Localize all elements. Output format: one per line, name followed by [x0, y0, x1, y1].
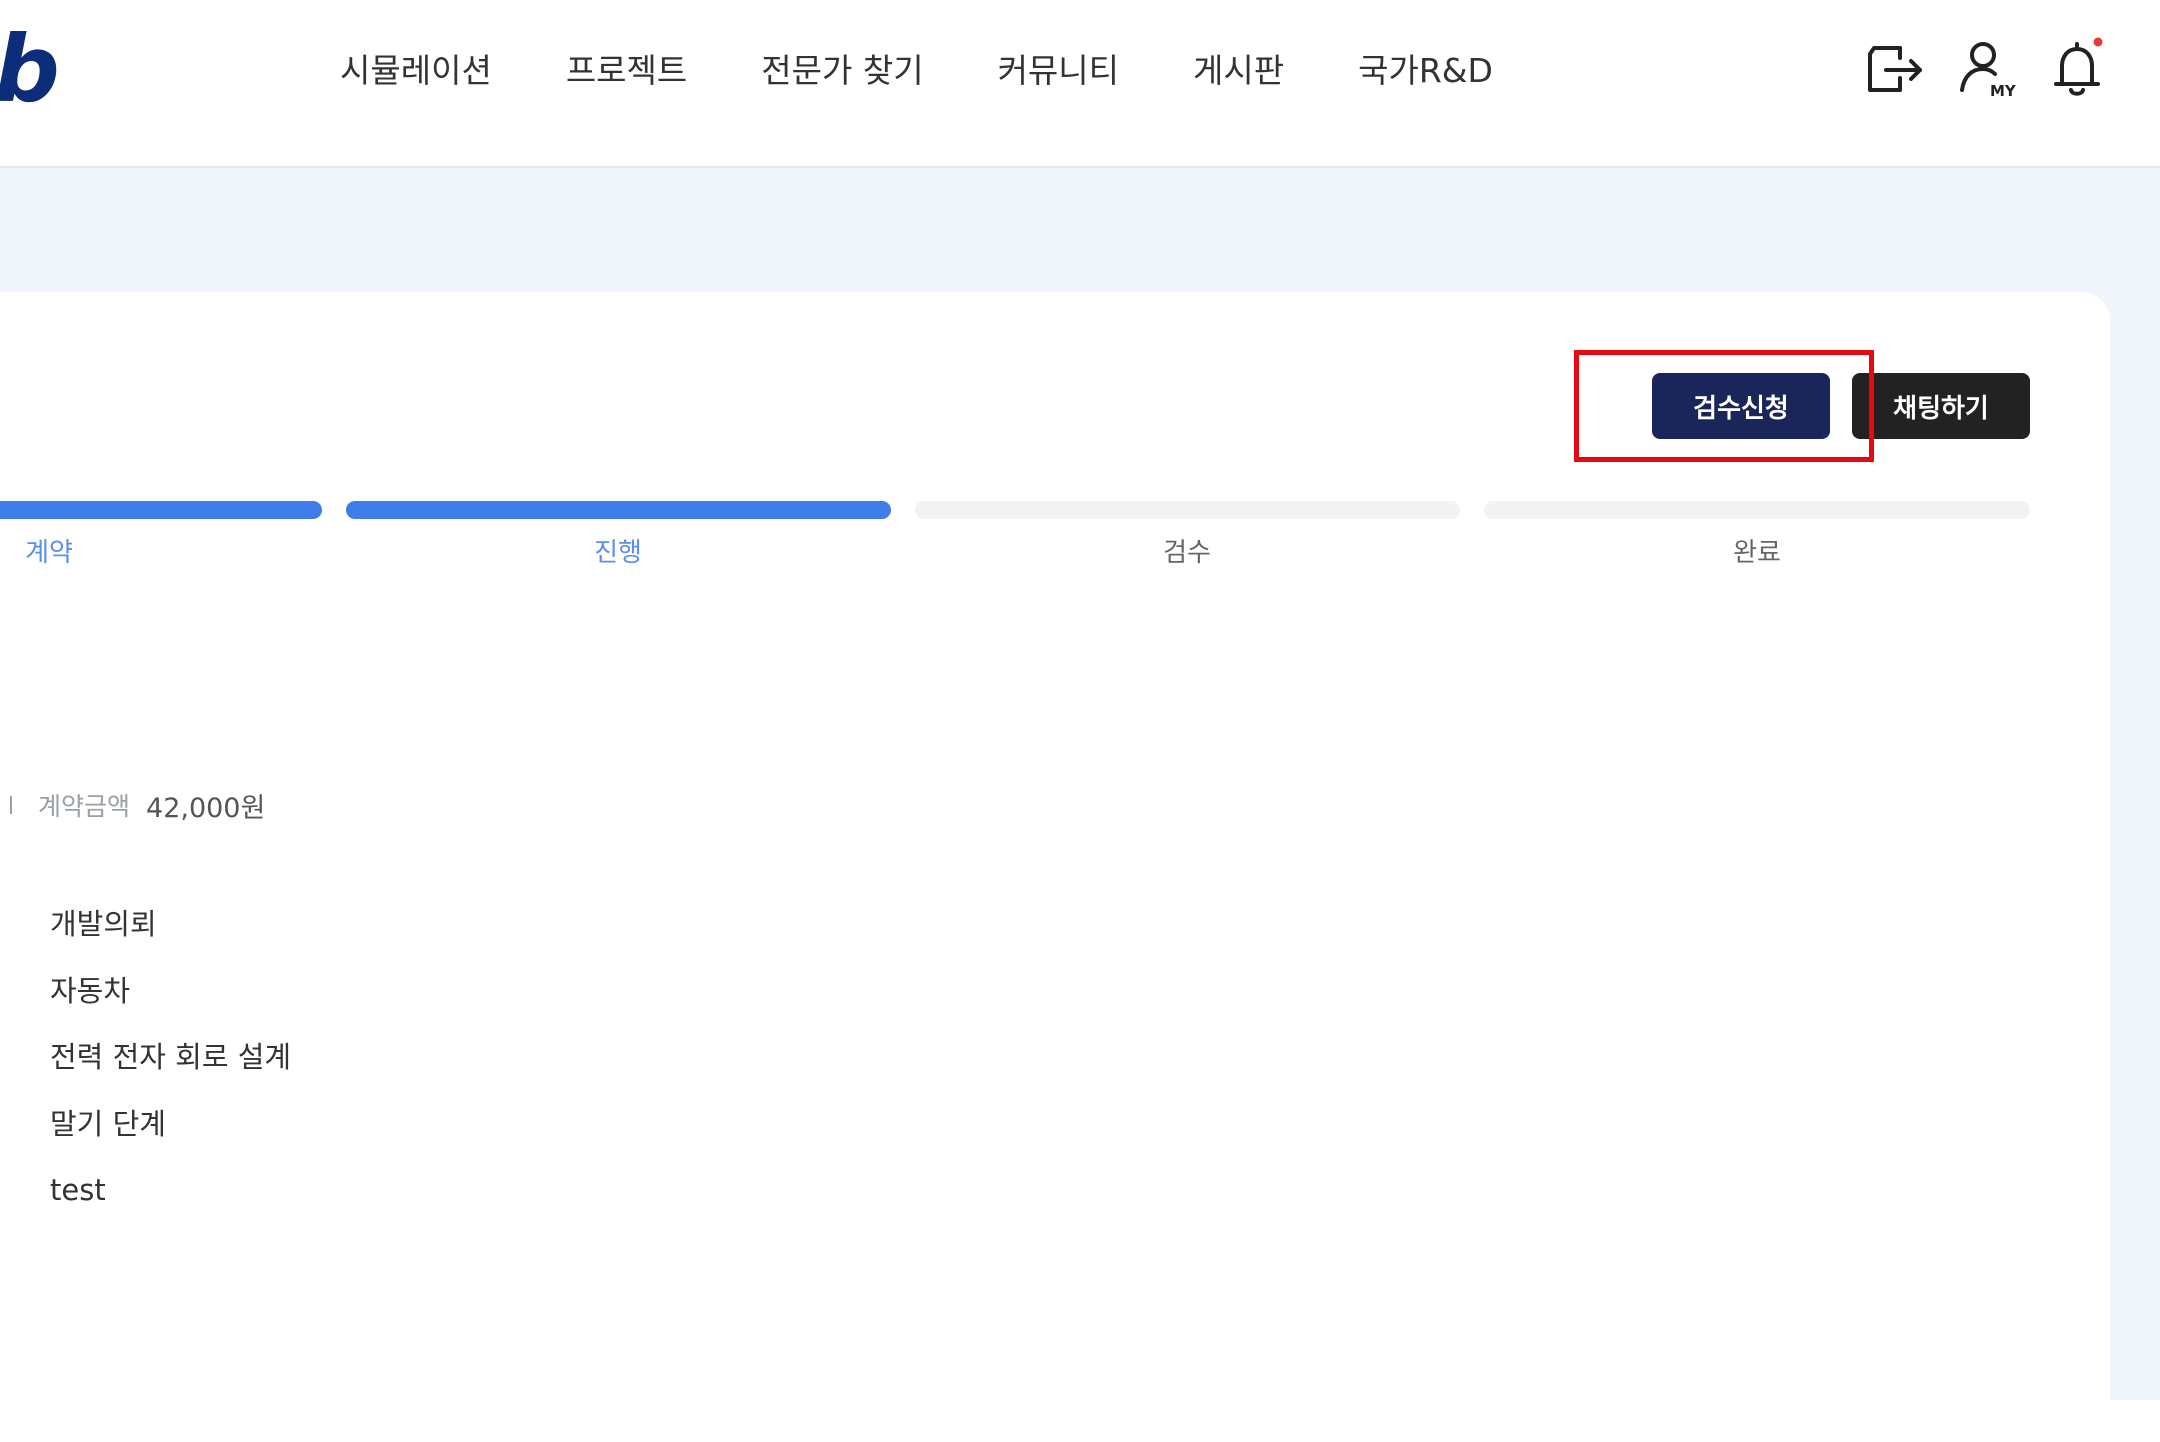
- detail-stage: 말기 단계: [50, 1106, 166, 1141]
- nav-community[interactable]: 커뮤니티: [998, 44, 1119, 92]
- divider: [10, 796, 12, 814]
- contract-amount-label: 계약금액: [38, 792, 131, 821]
- inspection-request-button[interactable]: 검수신청: [1652, 373, 1830, 439]
- notification-bell-icon[interactable]: [2044, 34, 2114, 104]
- my-page-icon[interactable]: MY: [1952, 34, 2022, 104]
- detail-field: 전력 전자 회로 설계: [50, 1040, 292, 1074]
- site-header: b 시뮬레이션 프로젝트 전문가 찾기 커뮤니티 게시판 국가R&D MY: [0, 0, 2160, 168]
- chat-button[interactable]: 채팅하기: [1852, 373, 2030, 439]
- progress-bar-contract: [0, 501, 322, 519]
- detail-request-type: 개발의뢰: [50, 907, 157, 941]
- contract-amount-value: 42,000원: [146, 792, 266, 824]
- main-nav: 시뮬레이션 프로젝트 전문가 찾기 커뮤니티 게시판 국가R&D: [340, 42, 1493, 94]
- detail-note: test: [50, 1173, 106, 1207]
- step-label-progress: 진행: [594, 538, 642, 568]
- contract-amount-row: 계약금액 42,000원: [10, 785, 265, 825]
- header-icon-group: MY: [1860, 34, 2110, 104]
- progress-bar-progress: [346, 501, 891, 519]
- progress-bar-inspection: [915, 501, 1460, 519]
- nav-national-rnd[interactable]: 국가R&D: [1358, 44, 1493, 92]
- step-label-inspection: 검수: [1163, 538, 1211, 568]
- nav-find-expert[interactable]: 전문가 찾기: [761, 44, 923, 92]
- nav-project[interactable]: 프로젝트: [566, 44, 687, 92]
- step-label-complete: 완료: [1733, 538, 1781, 568]
- nav-board[interactable]: 게시판: [1193, 44, 1284, 92]
- site-logo[interactable]: b: [0, 24, 60, 116]
- project-detail-card: [0, 292, 2110, 1442]
- project-detail-list: 개발의뢰 자동차 전력 전자 회로 설계 말기 단계 test: [50, 900, 291, 1233]
- progress-bar-complete: [1484, 501, 2030, 519]
- step-label-contract: 계약: [25, 538, 73, 568]
- nav-simulation[interactable]: 시뮬레이션: [340, 44, 492, 92]
- detail-industry: 자동차: [50, 973, 131, 1008]
- my-badge-text: MY: [1990, 82, 2017, 100]
- logout-icon[interactable]: [1860, 34, 1930, 104]
